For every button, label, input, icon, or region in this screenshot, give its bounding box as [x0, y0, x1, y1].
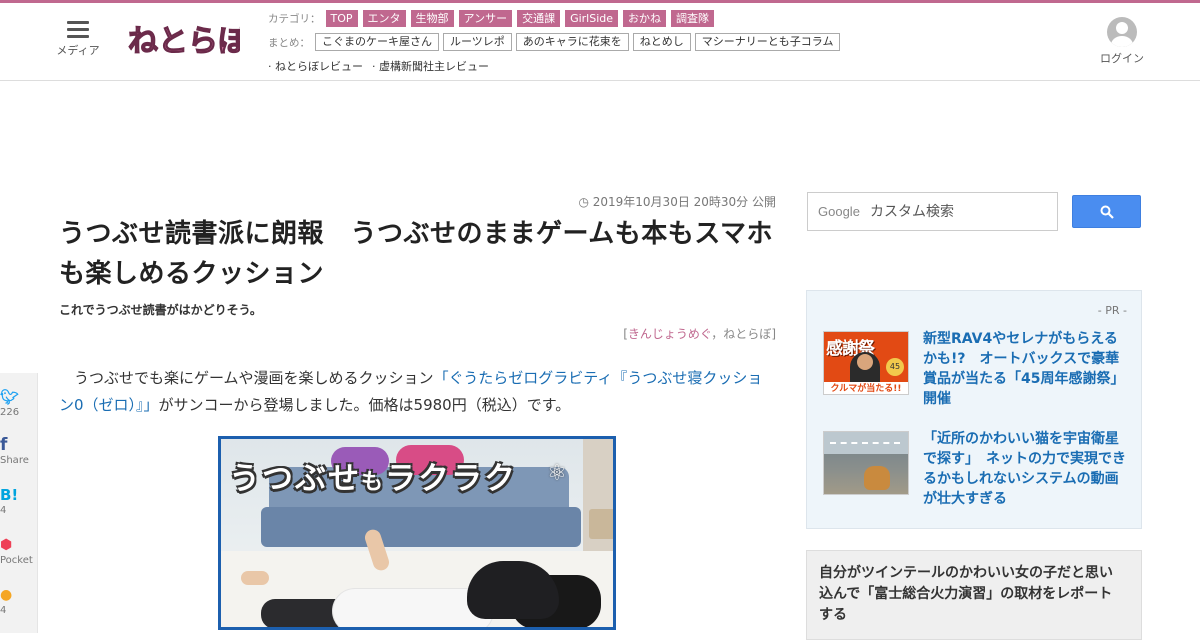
category-nav: カテゴリ： TOP エンタ 生物部 アンサー 交通課 GirlSide おかね … — [268, 10, 719, 27]
site-logo[interactable]: ねとらぼ — [126, 17, 249, 61]
category-seibutsu[interactable]: 生物部 — [410, 10, 454, 27]
menu-label: メディア — [56, 44, 100, 57]
lying-figure-icon: ⚛ — [547, 461, 567, 486]
share-pocket[interactable]: ⬢ Pocket — [0, 535, 38, 567]
review-link-kyokou[interactable]: · 虚構新聞社主レビュー — [372, 58, 489, 74]
logo-text: ねとらぼ — [128, 24, 240, 59]
category-enta[interactable]: エンタ — [362, 10, 406, 27]
summary-koguma[interactable]: こぐまのケーキ屋さん — [315, 33, 439, 51]
hero-caption: うつぶせもラクラク — [229, 461, 518, 497]
category-okane[interactable]: おかね — [623, 10, 667, 27]
pr-thumbnail — [823, 431, 909, 495]
facebook-icon: f — [0, 435, 8, 455]
login-label: ログイン — [1100, 52, 1144, 65]
category-koutsu[interactable]: 交通課 — [517, 10, 561, 27]
article-subtitle: これでうつぶせ読書がはかどりそう。 — [59, 303, 262, 317]
pr-thumbnail: 感謝祭 45 クルマが当たる!! — [823, 331, 909, 395]
search-icon — [1100, 205, 1114, 219]
share-hatena[interactable]: B! 4 — [0, 485, 38, 517]
summary-netomeshi[interactable]: ねとめし — [632, 33, 691, 51]
google-brand: Google — [818, 204, 860, 219]
related-article-box[interactable]: 自分がツインテールのかわいい女の子だと思い込んで「富士総合火力演習」の取材をレポ… — [806, 550, 1142, 640]
summary-roots[interactable]: ルーツレポ — [443, 33, 512, 51]
pocket-icon: ⬢ — [0, 537, 13, 553]
shelf — [583, 439, 613, 559]
foot — [241, 571, 269, 585]
pr-label: - PR - — [1097, 304, 1127, 317]
sofa-seat — [261, 507, 581, 547]
category-girlside[interactable]: GirlSide — [565, 10, 619, 27]
twitter-icon: 🐦︎ — [0, 388, 20, 406]
hatena-icon: B! — [0, 486, 19, 504]
summary-machinery[interactable]: マシーナリーとも子コラム — [694, 33, 841, 51]
site-header: メディア ねとらぼ カテゴリ： TOP エンタ 生物部 アンサー 交通課 Gir… — [0, 3, 1200, 81]
category-answer[interactable]: アンサー — [458, 10, 513, 27]
article-paragraph: うつぶせでも楽にゲームや漫画を楽しめるクッション「ぐうたらゼログラビティ『うつぶ… — [59, 369, 763, 414]
review-link-netorabo[interactable]: · ねとらぼレビュー — [268, 58, 363, 74]
share-twitter[interactable]: 🐦︎ 226 — [0, 387, 38, 419]
summary-hanataba[interactable]: あのキャラに花束を — [515, 33, 629, 51]
login-button[interactable]: ログイン — [1098, 17, 1146, 66]
hamburger-icon — [67, 21, 89, 38]
search-input[interactable] — [870, 201, 1050, 223]
share-comment[interactable]: ● 4 — [0, 585, 38, 617]
share-facebook[interactable]: f Share — [0, 435, 38, 467]
share-bar: 🐦︎ 226 f Share B! 4 ⬢ Pocket ● 4 — [0, 373, 38, 633]
author-link[interactable]: きんじょうめぐ — [628, 327, 711, 341]
user-avatar-icon — [1107, 17, 1137, 47]
review-nav: · ねとらぼレビュー · 虚構新聞社主レビュー — [268, 58, 498, 74]
summary-nav: まとめ： こぐまのケーキ屋さん ルーツレポ あのキャラに花束を ねとめし マシー… — [268, 33, 844, 51]
category-label: カテゴリ： — [268, 13, 321, 25]
article-hero-image: うつぶせもラクラク ⚛ — [218, 436, 616, 630]
pr-link-text[interactable]: 新型RAV4やセレナがもらえるかも!? オートバックスで豪華賞品が当たる「45周… — [923, 329, 1129, 409]
pr-link-text[interactable]: 「近所のかわいい猫を宇宙衛星で探す」 ネットの力で実現できるかもしれないシステム… — [923, 429, 1129, 509]
summary-label: まとめ： — [268, 36, 310, 49]
site-link[interactable]: ねとらぼ — [723, 327, 771, 341]
search-button[interactable] — [1072, 195, 1141, 228]
clock-icon: ◷ — [578, 195, 589, 209]
search-box: Google — [807, 192, 1058, 231]
category-top[interactable]: TOP — [325, 10, 358, 27]
basket — [589, 509, 613, 539]
logo-image: ねとらぼ — [127, 23, 249, 59]
pr-box: - PR - 感謝祭 45 クルマが当たる!! 新型RAV4やセレナがもらえるか… — [806, 290, 1142, 529]
category-chousa[interactable]: 調査隊 — [671, 10, 715, 27]
publish-date: ◷ 2019年10月30日 20時30分 公開 — [578, 195, 776, 209]
article-title: うつぶせ読書派に朗報 うつぶせのままゲームも本もスマホも楽しめるクッション — [59, 219, 773, 289]
menu-button[interactable]: メディア — [55, 21, 101, 58]
article-byline: [きんじょうめぐ，ねとらぼ] — [623, 327, 776, 341]
related-article-text[interactable]: 自分がツインテールのかわいい女の子だと思い込んで「富士総合火力演習」の取材をレポ… — [819, 563, 1119, 626]
comment-icon: ● — [0, 587, 13, 603]
